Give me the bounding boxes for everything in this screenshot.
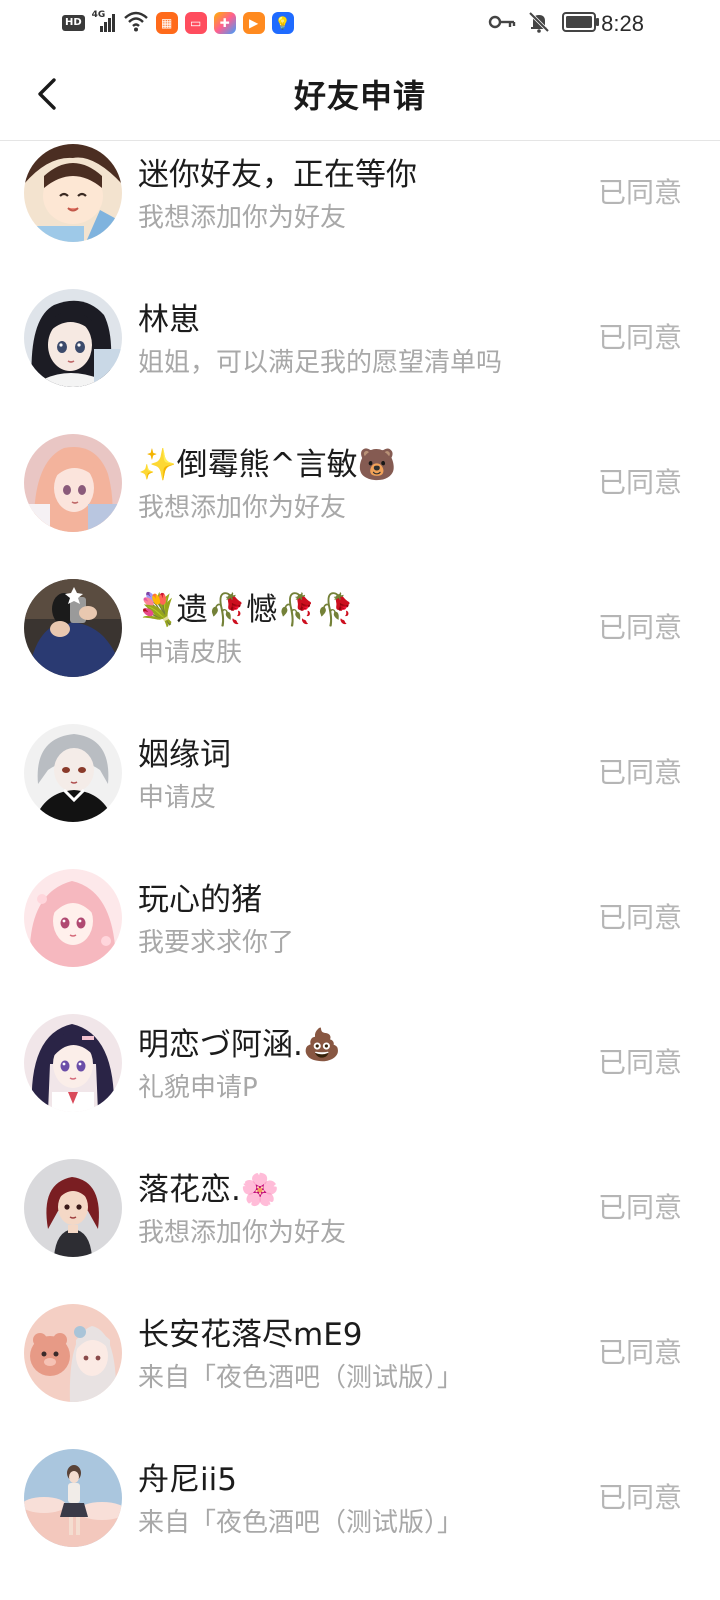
request-status: 已同意 bbox=[597, 176, 682, 209]
network-type-label: 4G bbox=[91, 10, 106, 20]
avatar[interactable] bbox=[24, 144, 122, 242]
cellular-signal-icon: 4G bbox=[91, 10, 116, 34]
request-status: 已同意 bbox=[597, 321, 682, 354]
friend-request-item[interactable]: 林崽 姐姐，可以满足我的愿望清单吗 已同意 bbox=[0, 286, 720, 431]
avatar[interactable] bbox=[24, 1304, 122, 1402]
app-header: 好友申请 bbox=[0, 48, 720, 141]
avatar[interactable] bbox=[24, 724, 122, 822]
request-message: 礼貌申请P bbox=[138, 1073, 258, 1103]
avatar[interactable] bbox=[24, 869, 122, 967]
app-notification-icon: ✚ bbox=[213, 12, 236, 34]
avatar[interactable] bbox=[24, 434, 122, 532]
request-message: 我要求求你了 bbox=[138, 928, 295, 958]
friend-request-item[interactable]: 💐遗🥀憾🥀🥀 申请皮肤 已同意 bbox=[0, 576, 720, 721]
request-status: 已同意 bbox=[597, 1481, 682, 1514]
avatar[interactable] bbox=[24, 1159, 122, 1257]
friend-request-item[interactable]: 迷你好友，正在等你 我想添加你为好友 已同意 bbox=[0, 141, 720, 286]
request-status: 已同意 bbox=[597, 756, 682, 789]
app-notification-icon: ▦ bbox=[155, 12, 178, 34]
key-icon bbox=[488, 12, 516, 36]
request-message: 申请皮 bbox=[138, 783, 217, 813]
app-notification-icon: 💡 bbox=[271, 12, 294, 34]
request-message: 我想添加你为好友 bbox=[138, 203, 347, 233]
request-message: 我想添加你为好友 bbox=[138, 1218, 347, 1248]
request-message: 我想添加你为好友 bbox=[138, 493, 347, 523]
requester-name: 长安花落尽mE9 bbox=[138, 1317, 363, 1353]
status-icons-left: HD 4G ▦ ▭ ✚ ▶ 💡 bbox=[62, 10, 294, 36]
requester-name: 林崽 bbox=[138, 302, 200, 338]
friend-request-list: 迷你好友，正在等你 我想添加你为好友 已同意 林崽 姐姐，可以满足我的愿望清单吗… bbox=[0, 141, 720, 1591]
friend-request-item[interactable]: 玩心的猪 我要求求你了 已同意 bbox=[0, 866, 720, 1011]
avatar[interactable] bbox=[24, 1014, 122, 1112]
battery-icon bbox=[562, 11, 600, 37]
request-message: 申请皮肤 bbox=[138, 638, 243, 668]
avatar[interactable] bbox=[24, 1449, 122, 1547]
friend-request-item[interactable]: ✨倒霉熊^言敏🐻 我想添加你为好友 已同意 bbox=[0, 431, 720, 576]
request-message: 来自「夜色酒吧（测试版）」 bbox=[138, 1363, 464, 1393]
request-status: 已同意 bbox=[597, 1336, 682, 1369]
friend-request-item[interactable]: 姻缘词 申请皮 已同意 bbox=[0, 721, 720, 866]
request-message: 来自「夜色酒吧（测试版）」 bbox=[138, 1508, 464, 1538]
request-status: 已同意 bbox=[597, 611, 682, 644]
requester-name: 💐遗🥀憾🥀🥀 bbox=[138, 592, 355, 628]
request-status: 已同意 bbox=[597, 1191, 682, 1224]
friend-request-item[interactable]: 落花恋.🌸 我想添加你为好友 已同意 bbox=[0, 1156, 720, 1301]
app-notification-icon: ▭ bbox=[184, 12, 207, 34]
status-bar: HD 4G ▦ ▭ ✚ ▶ 💡 8:28 bbox=[0, 0, 720, 48]
requester-name: 明恋づ阿涵.💩 bbox=[138, 1027, 342, 1063]
page-title: 好友申请 bbox=[293, 77, 426, 115]
friend-request-item[interactable]: 舟尼ii5 来自「夜色酒吧（测试版）」 已同意 bbox=[0, 1446, 720, 1591]
wifi-icon bbox=[123, 10, 149, 36]
requester-name: ✨倒霉熊^言敏🐻 bbox=[138, 447, 397, 483]
status-icons-right bbox=[488, 11, 600, 37]
avatar[interactable] bbox=[24, 289, 122, 387]
mute-bell-icon bbox=[528, 11, 550, 37]
avatar[interactable] bbox=[24, 579, 122, 677]
friend-request-item[interactable]: 长安花落尽mE9 来自「夜色酒吧（测试版）」 已同意 bbox=[0, 1301, 720, 1446]
requester-name: 姻缘词 bbox=[138, 737, 231, 773]
request-status: 已同意 bbox=[597, 901, 682, 934]
requester-name: 舟尼ii5 bbox=[138, 1462, 237, 1498]
request-status: 已同意 bbox=[597, 466, 682, 499]
friend-request-item[interactable]: 明恋づ阿涵.💩 礼貌申请P 已同意 bbox=[0, 1011, 720, 1156]
status-time: 8:28 bbox=[601, 11, 644, 36]
app-notification-icon: ▶ bbox=[242, 12, 265, 34]
request-message: 姐姐，可以满足我的愿望清单吗 bbox=[138, 348, 503, 378]
hd-badge: HD bbox=[62, 15, 85, 31]
request-status: 已同意 bbox=[597, 1046, 682, 1079]
requester-name: 落花恋.🌸 bbox=[138, 1172, 280, 1208]
requester-name: 迷你好友，正在等你 bbox=[138, 157, 417, 193]
requester-name: 玩心的猪 bbox=[138, 882, 262, 918]
